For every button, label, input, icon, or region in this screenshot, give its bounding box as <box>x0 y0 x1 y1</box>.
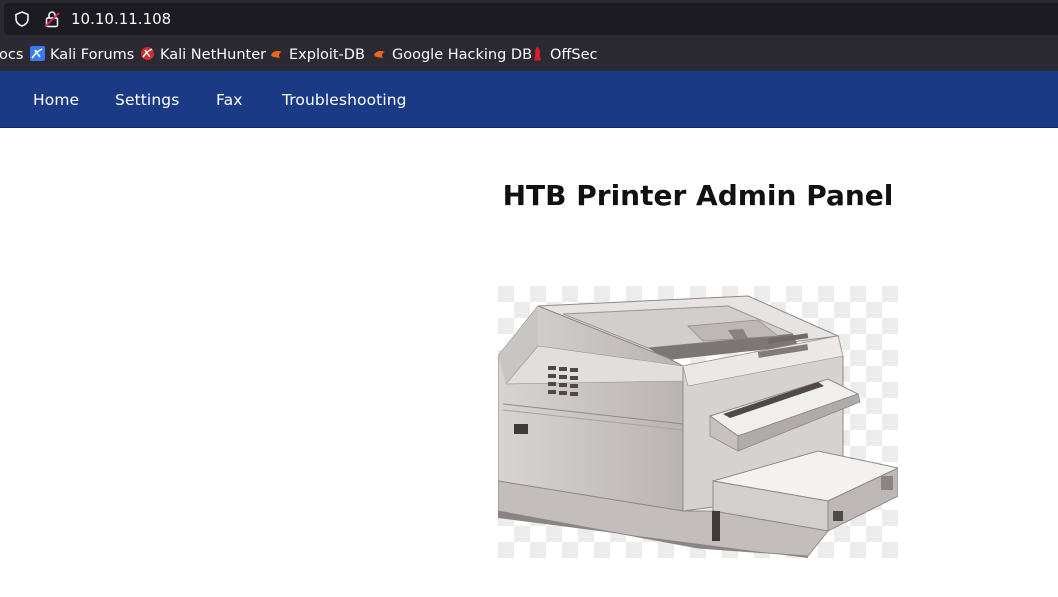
nav-fax[interactable]: Fax <box>216 71 242 127</box>
bookmark-label: Kali Forums <box>50 47 135 63</box>
shield-icon[interactable] <box>14 11 30 27</box>
bookmark-label: Google Hacking DB <box>392 47 533 63</box>
bookmark-exploit-db[interactable]: Exploit-DB <box>269 44 365 66</box>
printer-image <box>498 286 898 558</box>
bookmark-label: Exploit-DB <box>289 47 365 63</box>
exploit-db-icon <box>271 51 282 58</box>
bookmarks-toolbar: ocs Kali Forums Kali NetHunter Exploit-D… <box>0 40 1058 70</box>
bookmark-label: Kali NetHunter <box>160 47 267 63</box>
insecure-lock-icon[interactable] <box>44 10 60 28</box>
url-bar[interactable]: 10.10.11.108 <box>4 3 1058 35</box>
bookmark-offsec[interactable]: OffSec <box>530 44 598 66</box>
bookmark-kali-nethunter[interactable]: Kali NetHunter <box>140 44 266 66</box>
bookmark-kali-forums[interactable]: Kali Forums <box>30 44 134 66</box>
browser-chrome: 10.10.11.108 ocs Kali Forums Kali NetHun… <box>0 0 1058 71</box>
nav-settings[interactable]: Settings <box>115 71 179 127</box>
kali-nethunter-icon <box>141 47 154 60</box>
kali-forums-icon <box>30 46 45 61</box>
bookmark-docs[interactable]: ocs <box>0 44 23 66</box>
bookmark-label: ocs <box>0 47 24 63</box>
main-navbar: Home Settings Fax Troubleshooting <box>0 71 1058 128</box>
url-text[interactable]: 10.10.11.108 <box>71 9 171 29</box>
google-hacking-db-icon <box>374 51 385 58</box>
nav-troubleshooting[interactable]: Troubleshooting <box>282 71 407 127</box>
bookmark-google-hacking-db[interactable]: Google Hacking DB <box>372 44 532 66</box>
bookmark-label: OffSec <box>550 47 598 63</box>
page-title: HTB Printer Admin Panel <box>502 179 894 212</box>
offsec-icon <box>534 46 541 61</box>
nav-home[interactable]: Home <box>33 71 79 127</box>
